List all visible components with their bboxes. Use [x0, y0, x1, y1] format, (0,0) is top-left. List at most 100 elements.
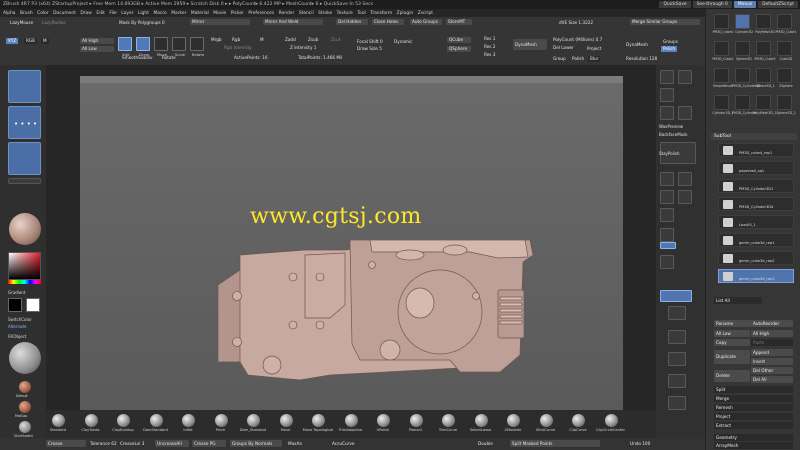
split-masked-points-button[interactable]: Split Masked Points — [510, 440, 600, 447]
staypolish-button[interactable]: StayPolish — [659, 151, 679, 156]
subtool-header[interactable]: SubTool — [711, 133, 797, 140]
tool-thumbnail[interactable]: Cylinder3D_1 — [712, 95, 734, 115]
local-icon[interactable] — [678, 172, 692, 186]
insert-button[interactable]: Insert — [751, 358, 793, 365]
brush-icon[interactable] — [312, 414, 325, 427]
brush-icon[interactable] — [507, 414, 520, 427]
tool-thumbnail[interactable]: Cube3D — [777, 41, 792, 61]
subtool-item[interactable]: PM3D_Cylinder3D4 — [718, 197, 794, 211]
crease-level-slider[interactable]: CreaseLvl 3 — [118, 440, 146, 447]
tool-thumbnail[interactable]: Sphere3D_1 — [755, 68, 775, 88]
brush-icon[interactable] — [442, 414, 455, 427]
move-view-icon[interactable] — [678, 190, 692, 204]
brush-icon[interactable] — [182, 414, 195, 427]
crease-pg-button[interactable]: Crease PG — [192, 440, 226, 447]
brush-label: Standard — [49, 428, 67, 432]
subtool-item[interactable]: gerim_cube3d_rep2 — [718, 251, 794, 265]
actual-icon[interactable] — [678, 106, 692, 120]
brush-icon[interactable] — [52, 414, 65, 427]
brush-icon[interactable] — [474, 414, 488, 427]
zoom-icon[interactable] — [660, 106, 674, 120]
brush-icon[interactable] — [539, 414, 553, 427]
tool-thumbnail[interactable]: PM3D_Cylinder — [732, 95, 756, 115]
subtool-item[interactable]: Lazuli5_1 — [718, 215, 794, 229]
tool-thumbnail[interactable]: Sphere3D — [735, 41, 752, 61]
brush-icon[interactable] — [409, 414, 423, 427]
tool-thumbnail[interactable]: PM3D_Cube3 — [754, 41, 776, 61]
rotate3d-icon[interactable] — [660, 228, 674, 242]
all-low-subtool-button[interactable]: All Low — [714, 330, 750, 337]
subtool-item[interactable]: PM3D_Cylinder3D1 — [718, 179, 794, 193]
autoreorder-button[interactable]: AutoReorder — [751, 320, 793, 327]
frame-icon[interactable] — [660, 190, 674, 204]
backfacemask-button[interactable]: BackfaceMask — [659, 132, 688, 137]
brush-icon[interactable] — [344, 414, 358, 427]
tool-thumbnail[interactable]: PM3D_Cylinder3D — [732, 68, 760, 88]
merge-menu[interactable]: Merge — [714, 395, 793, 402]
polyf-toggle[interactable] — [660, 290, 692, 302]
groups-by-normals-button[interactable]: Groups By Normals — [230, 440, 282, 447]
xyz-rotate-toggle[interactable] — [660, 242, 676, 249]
brush-icon[interactable] — [214, 414, 228, 427]
tool-thumbnail[interactable]: SimpleBrush — [713, 68, 733, 88]
tool-thumbnail[interactable]: PM3D_Cube1 — [775, 14, 797, 34]
tool-thumbnail[interactable]: PM3D_Cube2 — [712, 41, 734, 61]
subtool-item[interactable]: PM3D_cube4_rep1 — [718, 143, 794, 157]
subtool-item[interactable]: paperball_sq1 — [718, 161, 794, 175]
geometry-menu[interactable]: Geometry — [714, 434, 793, 441]
spix-icon[interactable] — [678, 70, 692, 84]
tool-thumbnail[interactable]: PM3D_cubeU — [713, 14, 733, 34]
maxangle-slider[interactable]: MaxAn — [286, 440, 304, 447]
brush-icon[interactable] — [149, 414, 163, 427]
brush-icon[interactable] — [84, 414, 98, 427]
extract-menu[interactable]: Extract — [714, 422, 793, 429]
ghost-icon[interactable] — [668, 330, 686, 344]
tool-thumbnail[interactable]: PolyMesh3D_1 — [753, 95, 777, 115]
vent-slot — [499, 296, 523, 301]
arraymesh-menu[interactable]: ArrayMesh — [714, 442, 793, 449]
tolerance-slider[interactable]: Tolerance 62 — [88, 440, 119, 447]
waxpreview-button[interactable]: WaxPreview — [659, 124, 683, 129]
remesh-menu[interactable]: Remesh — [714, 404, 793, 411]
tool-thumbnail[interactable]: Sphere3D_2 — [776, 95, 796, 115]
brush-icon[interactable] — [247, 414, 260, 427]
del-all-button[interactable]: Del All — [751, 376, 793, 383]
append-button[interactable]: Append — [751, 349, 793, 356]
linefill-icon[interactable] — [660, 255, 674, 269]
subtool-item[interactable]: gerim_cube3d_rep3 — [718, 269, 794, 283]
tool-thumbnail[interactable]: ZSphere — [777, 68, 793, 88]
lasso-icon[interactable] — [668, 396, 686, 410]
transp-icon[interactable] — [668, 306, 686, 320]
subtool-item[interactable]: gerim_cube3d_rep1 — [718, 233, 794, 247]
list-all-button[interactable]: List All — [714, 297, 762, 304]
brush-label: Pinch — [215, 428, 226, 432]
tool-thumbnail[interactable]: PolyMesh3D — [755, 14, 775, 34]
zoom3d-icon[interactable] — [660, 208, 674, 222]
brush-icon[interactable] — [572, 414, 585, 427]
undo-history-slider[interactable]: Undo 100 — [628, 440, 652, 447]
brush-label: Planar2 — [408, 428, 423, 432]
crease-button[interactable]: Crease — [46, 440, 86, 447]
scroll-icon[interactable] — [660, 88, 674, 102]
split-menu[interactable]: Split — [714, 386, 793, 393]
xpose-icon[interactable] — [668, 374, 686, 388]
brush-icon[interactable] — [117, 414, 130, 427]
rename-button[interactable]: Rename — [714, 320, 752, 327]
del-other-button[interactable]: Del Other — [751, 367, 793, 374]
bpr-icon[interactable] — [660, 70, 674, 84]
paste-button[interactable]: Paste — [751, 339, 793, 346]
delete-button[interactable]: Delete — [714, 370, 750, 382]
brush-icon[interactable] — [604, 414, 618, 427]
all-high-subtool-button[interactable]: All High — [751, 330, 793, 337]
duplicate-button[interactable]: Duplicate — [714, 350, 750, 364]
tool-thumbnail[interactable]: Cylinder3D — [735, 14, 753, 34]
copy-button[interactable]: Copy — [714, 339, 750, 346]
brush-icon[interactable] — [279, 414, 293, 427]
project-menu[interactable]: Project — [714, 413, 793, 420]
uncrease-all-button[interactable]: UncreaseAll — [155, 440, 189, 447]
accucurve-toggle[interactable]: AccuCurve — [330, 440, 356, 447]
double-toggle[interactable]: Double — [476, 440, 495, 447]
floor-icon[interactable] — [660, 172, 674, 186]
brush-icon[interactable] — [377, 414, 390, 427]
solo-icon[interactable] — [668, 352, 686, 366]
